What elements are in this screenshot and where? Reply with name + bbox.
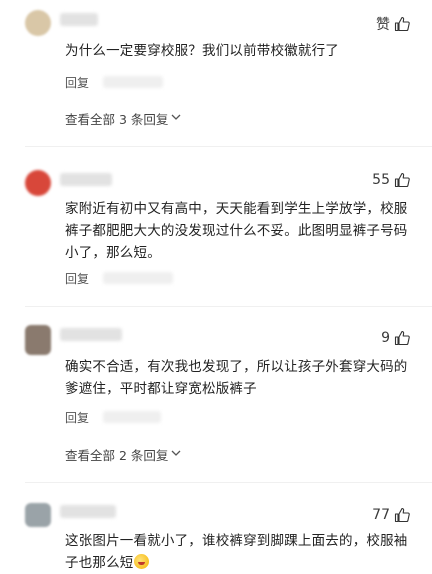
username[interactable] [60, 505, 116, 518]
reply-redacted [103, 411, 161, 423]
reply-redacted [103, 272, 173, 284]
username[interactable] [60, 328, 122, 341]
divider [25, 482, 432, 483]
comment-text-content: 这张图片一看就小了，谁校裤穿到脚踝上面去的，校服袖子也那么短 [65, 533, 408, 571]
chevron-down-icon [171, 113, 181, 124]
reply-button[interactable]: 回复 [65, 409, 89, 426]
thumbs-up-icon [394, 507, 410, 523]
like-count: 55 [372, 172, 390, 188]
grinning-face-emoji-icon [133, 554, 149, 569]
avatar[interactable] [25, 503, 51, 527]
like-count: 77 [372, 507, 390, 523]
avatar[interactable] [25, 170, 51, 196]
reply-button[interactable]: 回复 [65, 74, 89, 91]
reply-button[interactable]: 回复 [65, 270, 89, 287]
divider [25, 146, 432, 147]
comment-text: 家附近有初中又有高中，天天能看到学生上学放学，校服裤子都肥肥大大的没发现过什么不… [65, 201, 408, 261]
like-button[interactable]: 77 [372, 505, 410, 525]
thumbs-up-icon [394, 330, 410, 346]
thumbs-up-icon [394, 16, 410, 32]
avatar[interactable] [25, 10, 51, 36]
view-all-replies[interactable]: 查看全部 3 条回复 [65, 109, 181, 128]
like-label: 赞 [376, 17, 390, 33]
username[interactable] [60, 13, 98, 26]
view-all-label: 查看全部 2 条回复 [65, 448, 169, 463]
comment-text: 为什么一定要穿校服？我们以前带校徽就行了 [65, 43, 339, 59]
view-all-label: 查看全部 3 条回复 [65, 112, 169, 127]
like-button[interactable]: 赞 [376, 14, 410, 34]
divider [25, 306, 432, 307]
comment-text: 这张图片一看就小了，谁校裤穿到脚踝上面去的，校服袖子也那么短 [65, 530, 417, 574]
avatar[interactable] [25, 325, 51, 355]
like-count: 9 [381, 330, 390, 346]
comment-text: 确实不合适，有次我也发现了，所以让孩子外套穿大码的爹遮住，平时都让穿宽松版裤子 [65, 359, 408, 397]
chevron-down-icon [171, 449, 181, 460]
username[interactable] [60, 173, 112, 186]
reply-redacted [103, 76, 163, 88]
thumbs-up-icon [394, 172, 410, 188]
view-all-replies[interactable]: 查看全部 2 条回复 [65, 445, 181, 464]
like-button[interactable]: 55 [372, 170, 410, 190]
like-button[interactable]: 9 [381, 328, 410, 348]
